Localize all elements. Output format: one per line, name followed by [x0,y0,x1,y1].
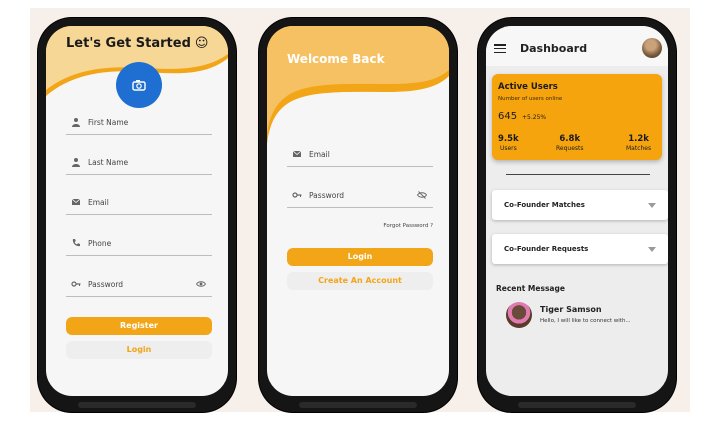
email-field[interactable]: Email [287,144,433,167]
email-placeholder: Email [309,150,330,159]
avatar[interactable] [642,38,662,58]
menu-icon[interactable] [494,44,506,54]
stat-requests: 6.8k Requests [556,134,584,152]
mail-icon [71,198,81,205]
phone-chin [299,402,417,408]
cofounder-requests-panel[interactable]: Co-Founder Requests [492,234,668,264]
panel-title: Co-Founder Requests [504,245,589,253]
page-title: Let's Get Started ☺ [66,36,209,51]
avatar[interactable] [506,302,532,328]
password-field[interactable]: Password [287,185,433,208]
stat-matches: 1.2k Matches [626,134,651,152]
stat-label: Requests [556,145,584,152]
mail-icon [292,150,302,157]
page-title: Welcome Back [287,52,385,66]
phone-chin [78,402,196,408]
eye-icon[interactable] [196,279,206,289]
header-wave [267,26,449,144]
card-subtitle: Number of users online [498,96,563,102]
phone-login: Welcome Back Email Password Forgot Passw… [259,18,457,412]
stat-value: 6.8k [559,134,581,144]
stat-users: 9.5k Users [498,134,519,152]
camera-button[interactable] [116,62,162,108]
eye-off-icon[interactable] [417,190,427,200]
email-field[interactable]: Email [66,192,212,215]
active-users-card: Active Users Number of users online 645 … [492,74,662,160]
page-title: Dashboard [520,42,588,55]
chevron-down-icon [648,247,656,252]
app-header: Dashboard [486,26,668,66]
active-count: 645 [498,111,518,122]
phone-chin [518,402,636,408]
phone-placeholder: Phone [88,239,112,248]
dashboard-screen: Dashboard Active Users Number of users o… [486,26,668,396]
camera-icon [132,80,146,91]
password-field[interactable]: Password [66,274,212,297]
login-button[interactable]: Login [66,341,212,359]
card-title: Active Users [498,82,558,92]
stat-label: Matches [626,145,652,152]
email-placeholder: Email [88,198,109,207]
phone-field[interactable]: Phone [66,233,212,256]
login-screen: Welcome Back Email Password Forgot Passw… [267,26,449,396]
password-placeholder: Password [88,280,124,289]
key-icon [292,192,302,198]
panel-title: Co-Founder Matches [504,201,585,209]
phone-dashboard: Dashboard Active Users Number of users o… [478,18,676,412]
message-preview[interactable]: Hello, I will like to connect with... [540,318,631,324]
last-name-placeholder: Last Name [88,158,129,167]
smile-icon: ☺ [194,36,209,51]
stat-value: 1.2k [628,134,649,144]
chevron-down-icon [648,203,656,208]
divider [506,174,650,175]
register-button[interactable]: Register [66,317,212,335]
recent-message-heading: Recent Message [496,284,565,293]
first-name-placeholder: First Name [88,118,129,127]
phone-signup: Let's Get Started ☺ First Name Last Name … [38,18,236,412]
signup-screen: Let's Get Started ☺ First Name Last Name … [46,26,228,396]
person-icon [72,118,80,127]
cofounder-matches-panel[interactable]: Co-Founder Matches [492,190,668,220]
phone-icon [72,239,80,247]
last-name-field[interactable]: Last Name [66,152,212,175]
stat-label: Users [499,145,517,152]
create-account-button[interactable]: Create An Account [287,272,433,290]
first-name-field[interactable]: First Name [66,112,212,135]
forgot-password-link[interactable]: Forgot Password ? [383,223,433,229]
key-icon [71,281,81,287]
login-button[interactable]: Login [287,248,433,266]
person-icon [72,158,80,167]
message-sender[interactable]: Tiger Samson [540,305,602,314]
password-placeholder: Password [309,191,345,200]
stat-value: 9.5k [498,134,519,144]
change-percent: +5.25% [522,114,547,121]
